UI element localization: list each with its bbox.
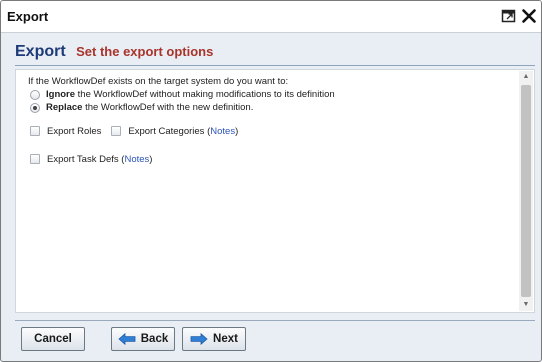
replace-label-bold: Replace (46, 102, 83, 113)
cancel-button[interactable]: Cancel (21, 327, 85, 351)
ignore-label-bold: Ignore (46, 89, 76, 100)
arrow-right-icon (190, 333, 208, 345)
task-defs-notes-link[interactable]: Notes (124, 154, 149, 165)
paren-close: ) (235, 125, 239, 137)
window-title: Export (7, 9, 49, 24)
export-dialog: Export Export Set the export options If … (0, 0, 542, 362)
page-title: Export (15, 43, 66, 60)
export-task-defs-row: Export Task Defs (Notes) (28, 152, 518, 166)
replace-label-text: the WorkflowDef with the new definition. (82, 102, 254, 113)
back-button[interactable]: Back (111, 327, 175, 351)
export-categories-label: Export Categories (128, 125, 205, 137)
prompt-text: If the WorkflowDef exists on the target … (28, 76, 289, 87)
cancel-button-label: Cancel (34, 333, 72, 345)
scroll-up-icon[interactable]: ▲ (519, 71, 533, 83)
ignore-label-text: the WorkflowDef without making modificat… (75, 89, 335, 100)
ignore-radio[interactable] (30, 89, 40, 100)
popout-icon[interactable] (501, 8, 517, 24)
categories-notes-link[interactable]: Notes (210, 126, 235, 137)
page-header: Export Set the export options (15, 43, 213, 65)
replace-option[interactable]: Replace the WorkflowDef with the new def… (28, 101, 518, 114)
export-roles-checkbox[interactable] (30, 126, 40, 136)
next-button-label: Next (213, 333, 238, 345)
options-panel: If the WorkflowDef exists on the target … (15, 69, 535, 313)
paren-close-2: ) (149, 153, 153, 165)
options-content: If the WorkflowDef exists on the target … (28, 75, 518, 166)
scroll-thumb[interactable] (521, 85, 531, 297)
export-roles-row: Export Roles Export Categories (Notes) (28, 124, 518, 138)
close-icon[interactable] (521, 8, 537, 24)
export-roles-label: Export Roles (47, 125, 102, 137)
export-task-defs-label: Export Task Defs (47, 153, 119, 165)
export-categories-checkbox[interactable] (111, 126, 122, 136)
ignore-option[interactable]: Ignore the WorkflowDef without making mo… (28, 88, 518, 101)
next-button[interactable]: Next (182, 327, 246, 351)
vertical-scrollbar[interactable]: ▲ ▼ (519, 71, 533, 311)
header-divider (15, 65, 535, 66)
export-task-defs-checkbox[interactable] (30, 154, 40, 164)
footer-divider (15, 320, 535, 321)
title-bar: Export (1, 1, 541, 33)
arrow-left-icon (118, 333, 136, 345)
scroll-down-icon[interactable]: ▼ (519, 299, 533, 311)
back-button-label: Back (140, 333, 169, 345)
page-subtitle: Set the export options (76, 44, 214, 59)
replace-radio[interactable] (30, 102, 40, 113)
